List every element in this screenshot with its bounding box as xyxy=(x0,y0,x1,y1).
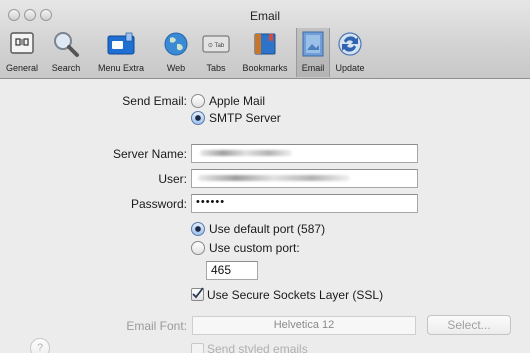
custom-port-field[interactable]: 465 xyxy=(206,261,258,280)
apple-mail-label[interactable]: Apple Mail xyxy=(209,94,265,108)
default-port-label[interactable]: Use default port (587) xyxy=(209,222,325,236)
password-field[interactable]: •••••• xyxy=(191,194,418,213)
toolbar-item-menu-extra[interactable]: Menu Extra xyxy=(88,28,154,74)
toolbar-label-web: Web xyxy=(166,63,186,73)
toolbar-item-bookmarks[interactable]: Bookmarks xyxy=(234,28,296,74)
preferences-window: Email General Search Menu Extra Web ⊙ Ta… xyxy=(0,0,530,353)
toolbar-item-email[interactable]: Email xyxy=(296,28,330,77)
toolbar-label-email: Email xyxy=(301,63,325,73)
toolbar-label-menu-extra: Menu Extra xyxy=(97,63,145,73)
bookmarks-icon xyxy=(254,33,276,55)
server-name-label: Server Name: xyxy=(112,147,187,161)
password-label: Password: xyxy=(130,197,187,211)
checkmark-icon xyxy=(192,287,204,299)
custom-port-label[interactable]: Use custom port: xyxy=(209,241,300,255)
toolbar-item-search[interactable]: Search xyxy=(44,28,88,74)
toolbar-label-search: Search xyxy=(51,63,81,73)
select-font-button[interactable]: Select... xyxy=(427,315,511,335)
ssl-label[interactable]: Use Secure Sockets Layer (SSL) xyxy=(207,288,383,302)
email-font-field: Helvetica 12 xyxy=(192,316,416,335)
send-email-label: Send Email: xyxy=(122,94,187,108)
redacted-user xyxy=(198,175,350,181)
toolbar-item-update[interactable]: Update xyxy=(330,28,370,74)
ssl-checkbox[interactable] xyxy=(191,287,204,301)
radio-apple-mail[interactable] xyxy=(191,94,205,108)
toolbar-item-tabs[interactable]: ⊙ Tab Tabs xyxy=(198,28,234,74)
user-field[interactable] xyxy=(191,169,418,188)
radio-smtp-server[interactable] xyxy=(191,111,205,125)
search-icon xyxy=(54,32,79,57)
styled-emails-checkbox[interactable] xyxy=(191,343,204,353)
svg-text:⊙ Tab: ⊙ Tab xyxy=(208,43,225,49)
toolbar-item-web[interactable]: Web xyxy=(154,28,198,74)
email-font-label: Email Font: xyxy=(126,319,187,333)
title-bar: Email General Search Menu Extra Web ⊙ Ta… xyxy=(0,0,530,79)
radio-custom-port[interactable] xyxy=(191,241,205,255)
email-icon xyxy=(302,31,324,57)
general-icon xyxy=(10,32,34,54)
tabs-icon: ⊙ Tab xyxy=(202,35,230,53)
styled-emails-label[interactable]: Send styled emails xyxy=(207,342,308,353)
toolbar-label-tabs: Tabs xyxy=(206,63,226,73)
web-icon xyxy=(164,32,188,56)
menu-extra-icon xyxy=(107,32,135,55)
help-button[interactable]: ? xyxy=(30,338,50,353)
toolbar-label-general: General xyxy=(5,63,39,73)
user-label: User: xyxy=(158,172,187,186)
radio-default-port[interactable] xyxy=(191,222,205,236)
toolbar-label-bookmarks: Bookmarks xyxy=(242,63,288,73)
update-icon xyxy=(338,32,362,56)
window-title: Email xyxy=(249,9,280,23)
toolbar-item-general[interactable]: General xyxy=(0,28,44,74)
redacted-server-name xyxy=(200,150,292,156)
toolbar-label-update: Update xyxy=(335,63,365,73)
smtp-server-label[interactable]: SMTP Server xyxy=(209,111,281,125)
server-name-field[interactable] xyxy=(191,144,418,163)
